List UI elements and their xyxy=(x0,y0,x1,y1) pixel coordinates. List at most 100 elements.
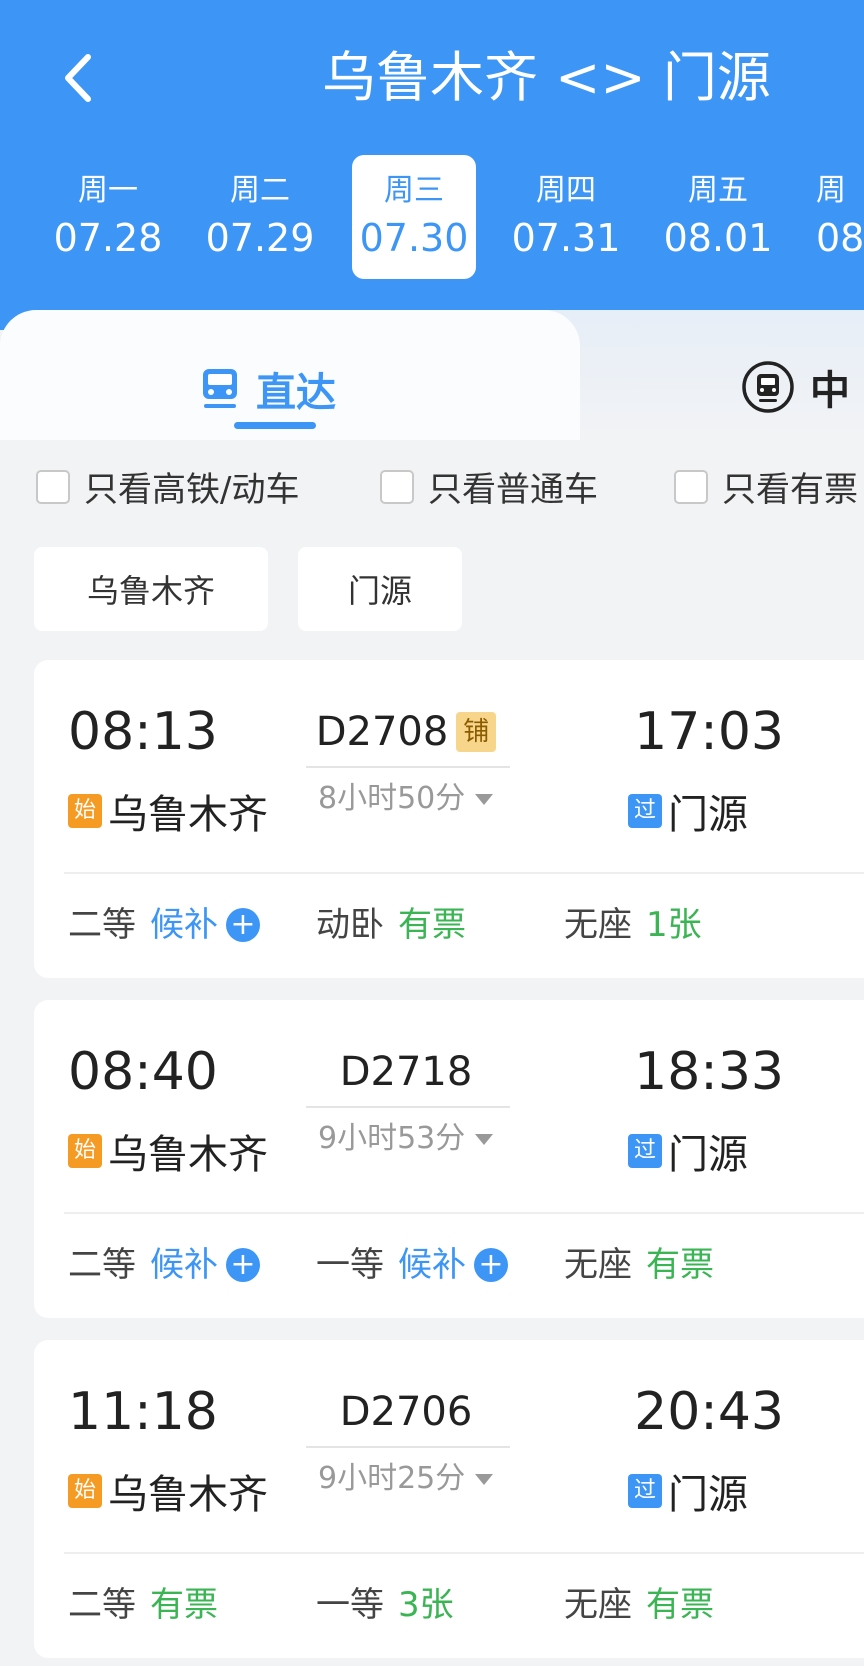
seat-class: 无座 xyxy=(564,1585,632,1625)
arrival-station: 过 门源 xyxy=(628,1462,748,1520)
date-item[interactable]: 周 08 xyxy=(808,155,864,279)
seat-sleeper[interactable]: 动卧 有票 xyxy=(316,900,466,950)
arrival-station-name: 门源 xyxy=(668,1132,748,1178)
arrival-station: 过 门源 xyxy=(628,1122,748,1180)
tab-transfer[interactable]: 中 xyxy=(740,358,850,416)
result-tabs: 直达 中 xyxy=(0,310,864,440)
date-value: 07.28 xyxy=(53,216,163,260)
arrival-time: 20:43 xyxy=(634,1382,784,1442)
arrival-station-name: 门源 xyxy=(668,1472,748,1518)
seat-no-seat[interactable]: 无座 有票 xyxy=(564,1580,714,1630)
date-weekday: 周二 xyxy=(230,173,290,208)
seat-second-class[interactable]: 二等 有票 xyxy=(68,1580,218,1630)
back-button[interactable] xyxy=(48,48,108,108)
date-value: 08.01 xyxy=(663,216,773,260)
station-chip-to[interactable]: 门源 xyxy=(298,547,462,631)
date-weekday: 周四 xyxy=(536,173,596,208)
divider xyxy=(64,1212,864,1214)
filter-row: 只看高铁/动车 只看普通车 只看有票 xyxy=(0,462,864,518)
date-item-selected[interactable]: 周三 07.30 xyxy=(352,155,476,279)
filter-label: 只看普通车 xyxy=(428,470,598,510)
arrival-station-name: 门源 xyxy=(668,792,748,838)
checkbox[interactable] xyxy=(380,469,414,504)
start-station-tag: 始 xyxy=(68,1134,102,1168)
tab-transfer-label: 中 xyxy=(810,368,850,414)
tab-direct[interactable]: 直达 xyxy=(200,360,336,418)
seat-second-class[interactable]: 二等 候补 + xyxy=(68,1240,260,1290)
seat-no-seat[interactable]: 无座 有票 xyxy=(564,1240,714,1290)
caret-down-icon xyxy=(475,1474,494,1485)
train-card[interactable]: 11:18 D2706 20:43 9小时25分 始 乌鲁木齐 过 门源 二等 … xyxy=(34,1340,864,1658)
train-number-text: D2708 xyxy=(315,709,449,755)
departure-station: 始 乌鲁木齐 xyxy=(68,1122,268,1180)
filter-high-speed[interactable]: 只看高铁/动车 xyxy=(36,462,299,511)
date-item[interactable]: 周二 07.29 xyxy=(198,155,322,279)
departure-station-name: 乌鲁木齐 xyxy=(108,1132,268,1178)
seat-status: 有票 xyxy=(646,1245,714,1285)
add-waitlist-icon[interactable]: + xyxy=(474,1248,508,1282)
add-waitlist-icon[interactable]: + xyxy=(226,908,260,942)
seat-class: 无座 xyxy=(564,1245,632,1285)
checkbox[interactable] xyxy=(674,469,708,504)
chevron-left-icon xyxy=(65,54,91,102)
departure-station: 始 乌鲁木齐 xyxy=(68,1462,268,1520)
seat-no-seat[interactable]: 无座 1张 xyxy=(564,900,702,950)
seat-class: 二等 xyxy=(68,1245,136,1285)
train-number-text: D2706 xyxy=(339,1389,473,1435)
train-card[interactable]: 08:40 D2718 18:33 9小时53分 始 乌鲁木齐 过 门源 二等 … xyxy=(34,1000,864,1318)
date-item[interactable]: 周五 08.01 xyxy=(656,155,780,279)
seat-status: 有票 xyxy=(398,905,466,945)
date-item[interactable]: 周一 07.28 xyxy=(46,155,170,279)
departure-time: 08:40 xyxy=(68,1042,218,1102)
station-chip-from[interactable]: 乌鲁木齐 xyxy=(34,547,268,631)
departure-time: 11:18 xyxy=(68,1382,218,1442)
tab-active-indicator xyxy=(234,422,316,429)
pass-station-tag: 过 xyxy=(628,1474,662,1508)
seat-status: 候补 xyxy=(398,1245,466,1285)
filter-label: 只看有票 xyxy=(722,470,858,510)
start-station-tag: 始 xyxy=(68,794,102,828)
divider xyxy=(64,872,864,874)
checkbox[interactable] xyxy=(36,469,70,504)
duration-toggle[interactable]: 8小时50分 xyxy=(306,778,510,820)
filter-normal-train[interactable]: 只看普通车 xyxy=(380,462,598,511)
date-selector: 周一 07.28 周二 07.29 周三 07.30 周四 07.31 周五 0… xyxy=(0,155,864,285)
pass-station-tag: 过 xyxy=(628,1134,662,1168)
seat-status: 有票 xyxy=(150,1585,218,1625)
seat-class: 二等 xyxy=(68,905,136,945)
filter-available-only[interactable]: 只看有票 xyxy=(674,462,858,511)
seat-first-class[interactable]: 一等 候补 + xyxy=(316,1240,508,1290)
date-value: 08 xyxy=(816,216,864,260)
train-card[interactable]: 08:13 D2708 铺 17:03 8小时50分 始 乌鲁木齐 过 门源 二… xyxy=(34,660,864,978)
add-waitlist-icon[interactable]: + xyxy=(226,1248,260,1282)
departure-time: 08:13 xyxy=(68,702,218,762)
train-number-text: D2718 xyxy=(339,1049,473,1095)
departure-station-name: 乌鲁木齐 xyxy=(108,792,268,838)
caret-down-icon xyxy=(475,1134,494,1145)
arrival-time: 18:33 xyxy=(634,1042,784,1102)
train-number: D2706 xyxy=(306,1384,506,1440)
train-number: D2708 铺 xyxy=(306,704,506,760)
bunk-badge: 铺 xyxy=(456,712,497,752)
start-station-tag: 始 xyxy=(68,1474,102,1508)
duration-toggle[interactable]: 9小时53分 xyxy=(306,1118,510,1160)
transfer-train-icon xyxy=(742,361,794,413)
date-item[interactable]: 周四 07.31 xyxy=(504,155,628,279)
arrival-time: 17:03 xyxy=(634,702,784,762)
seat-status: 3张 xyxy=(398,1585,454,1625)
duration-toggle[interactable]: 9小时25分 xyxy=(306,1458,510,1500)
seat-class: 无座 xyxy=(564,905,632,945)
date-value: 07.30 xyxy=(359,216,469,260)
departure-station-name: 乌鲁木齐 xyxy=(108,1472,268,1518)
tab-direct-label: 直达 xyxy=(256,370,336,416)
departure-station: 始 乌鲁木齐 xyxy=(68,782,268,840)
train-number: D2718 xyxy=(306,1044,506,1100)
seat-first-class[interactable]: 一等 3张 xyxy=(316,1580,454,1630)
duration-text: 9小时25分 xyxy=(318,1461,466,1496)
duration-text: 8小时50分 xyxy=(318,781,466,816)
date-weekday: 周五 xyxy=(688,173,748,208)
seat-second-class[interactable]: 二等 候补 + xyxy=(68,900,260,950)
seat-class: 二等 xyxy=(68,1585,136,1625)
route-line xyxy=(306,1446,510,1448)
arrival-station: 过 门源 xyxy=(628,782,748,840)
